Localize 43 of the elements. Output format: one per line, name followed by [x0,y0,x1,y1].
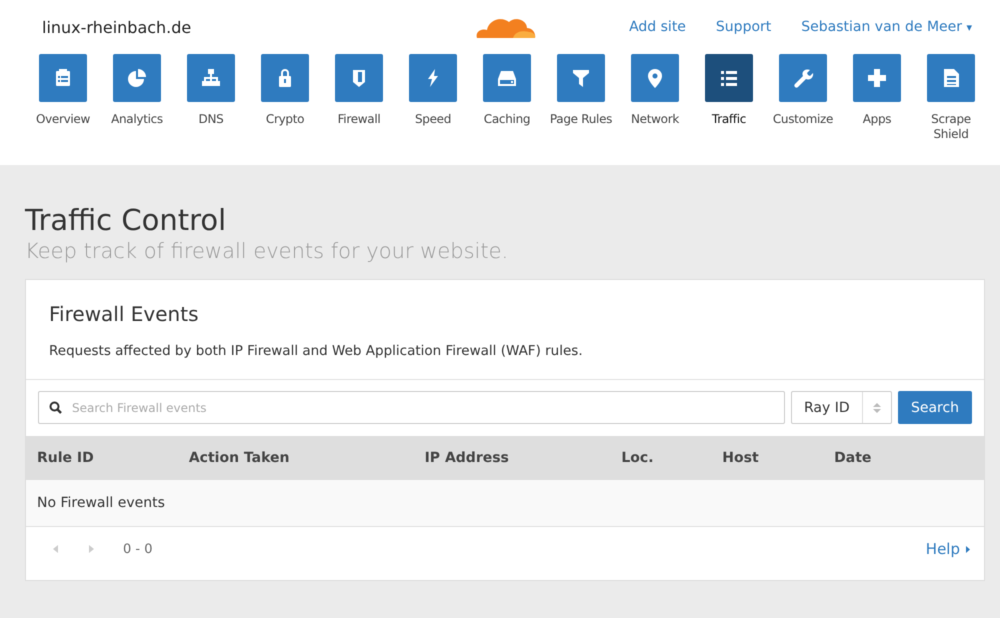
help-link[interactable]: Help [926,540,970,558]
nav-tab[interactable]: Overview [26,54,100,142]
nav-tab[interactable]: Network [618,54,692,142]
header-link[interactable]: Add site [629,19,686,35]
column-header[interactable]: Host [722,450,834,466]
nav-tab[interactable]: Speed [396,54,470,142]
nav-tab[interactable]: Firewall [322,54,396,142]
page-range: 0 - 0 [123,542,152,556]
sort-arrows-icon [873,402,881,414]
search-field[interactable]: Search Firewall events [38,391,785,424]
column-header[interactable]: IP Address [424,450,622,466]
card-title: Firewall Events [49,302,200,326]
header-link[interactable]: Support [716,19,772,35]
nav-tab[interactable]: DNS [174,54,248,142]
nav-icon [570,67,592,89]
column-header[interactable]: Rule ID [37,450,189,466]
nav-tab[interactable]: Crypto [248,54,322,142]
site-name: linux-rheinbach.de [42,18,192,36]
user-menu[interactable]: Sebastian van de Meer ▾ [801,19,972,35]
empty-message: No Firewall events [37,495,165,511]
card-description: Requests affected by both IP Firewall and Web Application Firewall (WAF) rules. [49,343,584,359]
nav-icon [126,67,148,89]
nav-icon [200,67,222,89]
column-header[interactable]: Action Taken [188,450,425,466]
nav-tab[interactable]: Analytics [100,54,174,142]
column-header[interactable]: Loc. [621,450,722,466]
search-icon [49,401,62,414]
nav-tab[interactable]: Traffic [692,54,766,142]
nav-tab[interactable]: Page Rules [544,54,618,142]
nav-tab[interactable]: Caching [470,54,544,142]
nav-tab[interactable]: Apps [840,54,914,142]
search-button[interactable]: Search [898,391,972,424]
nav-icon [792,67,814,89]
nav-tab[interactable]: Customize [766,54,840,142]
page-subtitle: Keep track of firewall events for your website. [25,239,510,263]
ray-id-select[interactable]: Ray ID [791,391,892,424]
previous-page-icon[interactable] [53,545,58,553]
column-header[interactable]: Date [834,450,984,466]
caret-icon [966,546,970,552]
next-page-icon[interactable] [89,545,94,553]
nav-tab[interactable]: Scrape Shield [914,54,988,142]
nav-icon [866,67,888,89]
page-title: Traffic Control [25,203,228,237]
